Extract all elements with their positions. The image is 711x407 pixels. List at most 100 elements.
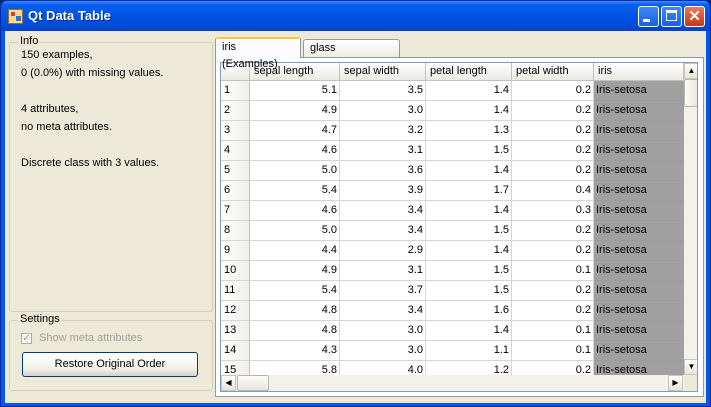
minimize-button[interactable] [638,6,659,27]
table-cell-sepal-width[interactable]: 3.0 [340,101,426,121]
table-cell-sepal-width[interactable]: 3.7 [340,281,426,301]
table-cell-sepal-length[interactable]: 5.4 [250,281,340,301]
table-cell-petal-length[interactable]: 1.5 [426,221,512,241]
table-cell-iris[interactable]: Iris-setosa [594,221,684,241]
scroll-up-icon[interactable]: ▲ [684,63,697,79]
table-cell-petal-length[interactable]: 1.4 [426,241,512,261]
column-header-petal-length[interactable]: petal length [426,63,512,81]
table-cell-petal-width[interactable]: 0.1 [512,321,594,341]
table-cell-iris[interactable]: Iris-setosa [594,181,684,201]
table-cell-sepal-length[interactable]: 4.6 [250,201,340,221]
row-header[interactable]: 4 [221,141,250,161]
table-cell-petal-width[interactable]: 0.2 [512,101,594,121]
table-cell-petal-width[interactable]: 0.1 [512,261,594,281]
table-cell-iris[interactable]: Iris-setosa [594,301,684,321]
horizontal-scrollbar[interactable]: ◀ ▶ [221,375,684,391]
table-cell-petal-length[interactable]: 1.5 [426,281,512,301]
horizontal-scroll-thumb[interactable] [237,375,269,391]
vertical-scrollbar[interactable]: ▲ ▼ [684,63,697,375]
table-cell-iris[interactable]: Iris-setosa [594,241,684,261]
table-cell-sepal-width[interactable]: 3.1 [340,261,426,281]
title-bar[interactable]: Qt Data Table ✕ [1,1,710,31]
table-cell-iris[interactable]: Iris-setosa [594,201,684,221]
table-cell-iris[interactable]: Iris-setosa [594,81,684,101]
row-header[interactable]: 5 [221,161,250,181]
table-cell-sepal-width[interactable]: 3.4 [340,221,426,241]
table-cell-petal-width[interactable]: 0.4 [512,181,594,201]
table-cell-petal-length[interactable]: 1.5 [426,261,512,281]
table-cell-petal-length[interactable]: 1.4 [426,81,512,101]
table-cell-petal-length[interactable]: 1.7 [426,181,512,201]
table-cell-petal-length[interactable]: 1.1 [426,341,512,361]
table-cell-petal-width[interactable]: 0.2 [512,161,594,181]
table-cell-petal-width[interactable]: 0.2 [512,281,594,301]
table-cell-petal-length[interactable]: 1.5 [426,141,512,161]
row-header[interactable]: 3 [221,121,250,141]
row-header[interactable]: 10 [221,261,250,281]
row-header[interactable]: 9 [221,241,250,261]
table-cell-iris[interactable]: Iris-setosa [594,101,684,121]
table-cell-sepal-width[interactable]: 3.0 [340,341,426,361]
data-table[interactable]: sepal length sepal width petal length petal… [220,62,698,392]
table-cell-sepal-length[interactable]: 4.7 [250,121,340,141]
table-cell-petal-width[interactable]: 0.2 [512,301,594,321]
table-cell-sepal-width[interactable]: 3.4 [340,301,426,321]
table-cell-sepal-length[interactable]: 4.9 [250,261,340,281]
table-cell-petal-width[interactable]: 0.2 [512,221,594,241]
scroll-right-icon[interactable]: ▶ [668,375,683,391]
table-cell-sepal-length[interactable]: 5.4 [250,181,340,201]
table-cell-petal-width[interactable]: 0.1 [512,341,594,361]
row-header[interactable]: 2 [221,101,250,121]
column-header-iris[interactable]: iris [594,63,684,81]
tab-glass-examples[interactable]: glass (Examples) [303,39,400,71]
table-cell-sepal-length[interactable]: 4.3 [250,341,340,361]
table-cell-sepal-width[interactable]: 3.4 [340,201,426,221]
table-cell-sepal-length[interactable]: 5.0 [250,161,340,181]
scroll-left-icon[interactable]: ◀ [221,375,236,391]
table-cell-sepal-width[interactable]: 3.1 [340,141,426,161]
table-cell-sepal-length[interactable]: 4.9 [250,101,340,121]
table-cell-petal-width[interactable]: 0.2 [512,141,594,161]
table-cell-petal-length[interactable]: 1.3 [426,121,512,141]
table-cell-petal-length[interactable]: 1.4 [426,321,512,341]
table-cell-sepal-width[interactable]: 3.9 [340,181,426,201]
column-header-petal-width[interactable]: petal width [512,63,594,81]
column-header-sepal-width[interactable]: sepal width [340,63,426,81]
table-cell-sepal-width[interactable]: 3.0 [340,321,426,341]
table-cell-petal-width[interactable]: 0.2 [512,241,594,261]
table-cell-petal-width[interactable]: 0.2 [512,121,594,141]
app-icon[interactable] [8,9,23,24]
table-cell-sepal-width[interactable]: 3.2 [340,121,426,141]
table-cell-sepal-length[interactable]: 4.6 [250,141,340,161]
table-cell-iris[interactable]: Iris-setosa [594,141,684,161]
table-cell-petal-length[interactable]: 1.4 [426,201,512,221]
table-cell-petal-length[interactable]: 1.6 [426,301,512,321]
row-header[interactable]: 6 [221,181,250,201]
table-cell-sepal-width[interactable]: 3.5 [340,81,426,101]
table-cell-sepal-length[interactable]: 5.1 [250,81,340,101]
table-cell-iris[interactable]: Iris-setosa [594,121,684,141]
table-cell-petal-length[interactable]: 1.4 [426,101,512,121]
tab-iris-examples[interactable]: iris (Examples) [215,37,301,70]
table-cell-petal-width[interactable]: 0.3 [512,201,594,221]
row-header[interactable]: 11 [221,281,250,301]
table-cell-petal-width[interactable]: 0.2 [512,81,594,101]
table-cell-iris[interactable]: Iris-setosa [594,321,684,341]
table-cell-sepal-length[interactable]: 4.4 [250,241,340,261]
table-cell-iris[interactable]: Iris-setosa [594,341,684,361]
table-cell-sepal-length[interactable]: 5.0 [250,221,340,241]
table-cell-sepal-width[interactable]: 3.6 [340,161,426,181]
row-header[interactable]: 12 [221,301,250,321]
row-header[interactable]: 14 [221,341,250,361]
close-button[interactable]: ✕ [684,6,705,27]
row-header[interactable]: 1 [221,81,250,101]
table-cell-sepal-length[interactable]: 4.8 [250,301,340,321]
table-cell-sepal-width[interactable]: 2.9 [340,241,426,261]
maximize-button[interactable] [661,6,682,27]
vertical-scroll-thumb[interactable] [684,79,697,107]
row-header[interactable]: 7 [221,201,250,221]
row-header[interactable]: 13 [221,321,250,341]
row-header[interactable]: 8 [221,221,250,241]
table-cell-iris[interactable]: Iris-setosa [594,161,684,181]
table-cell-sepal-length[interactable]: 4.8 [250,321,340,341]
